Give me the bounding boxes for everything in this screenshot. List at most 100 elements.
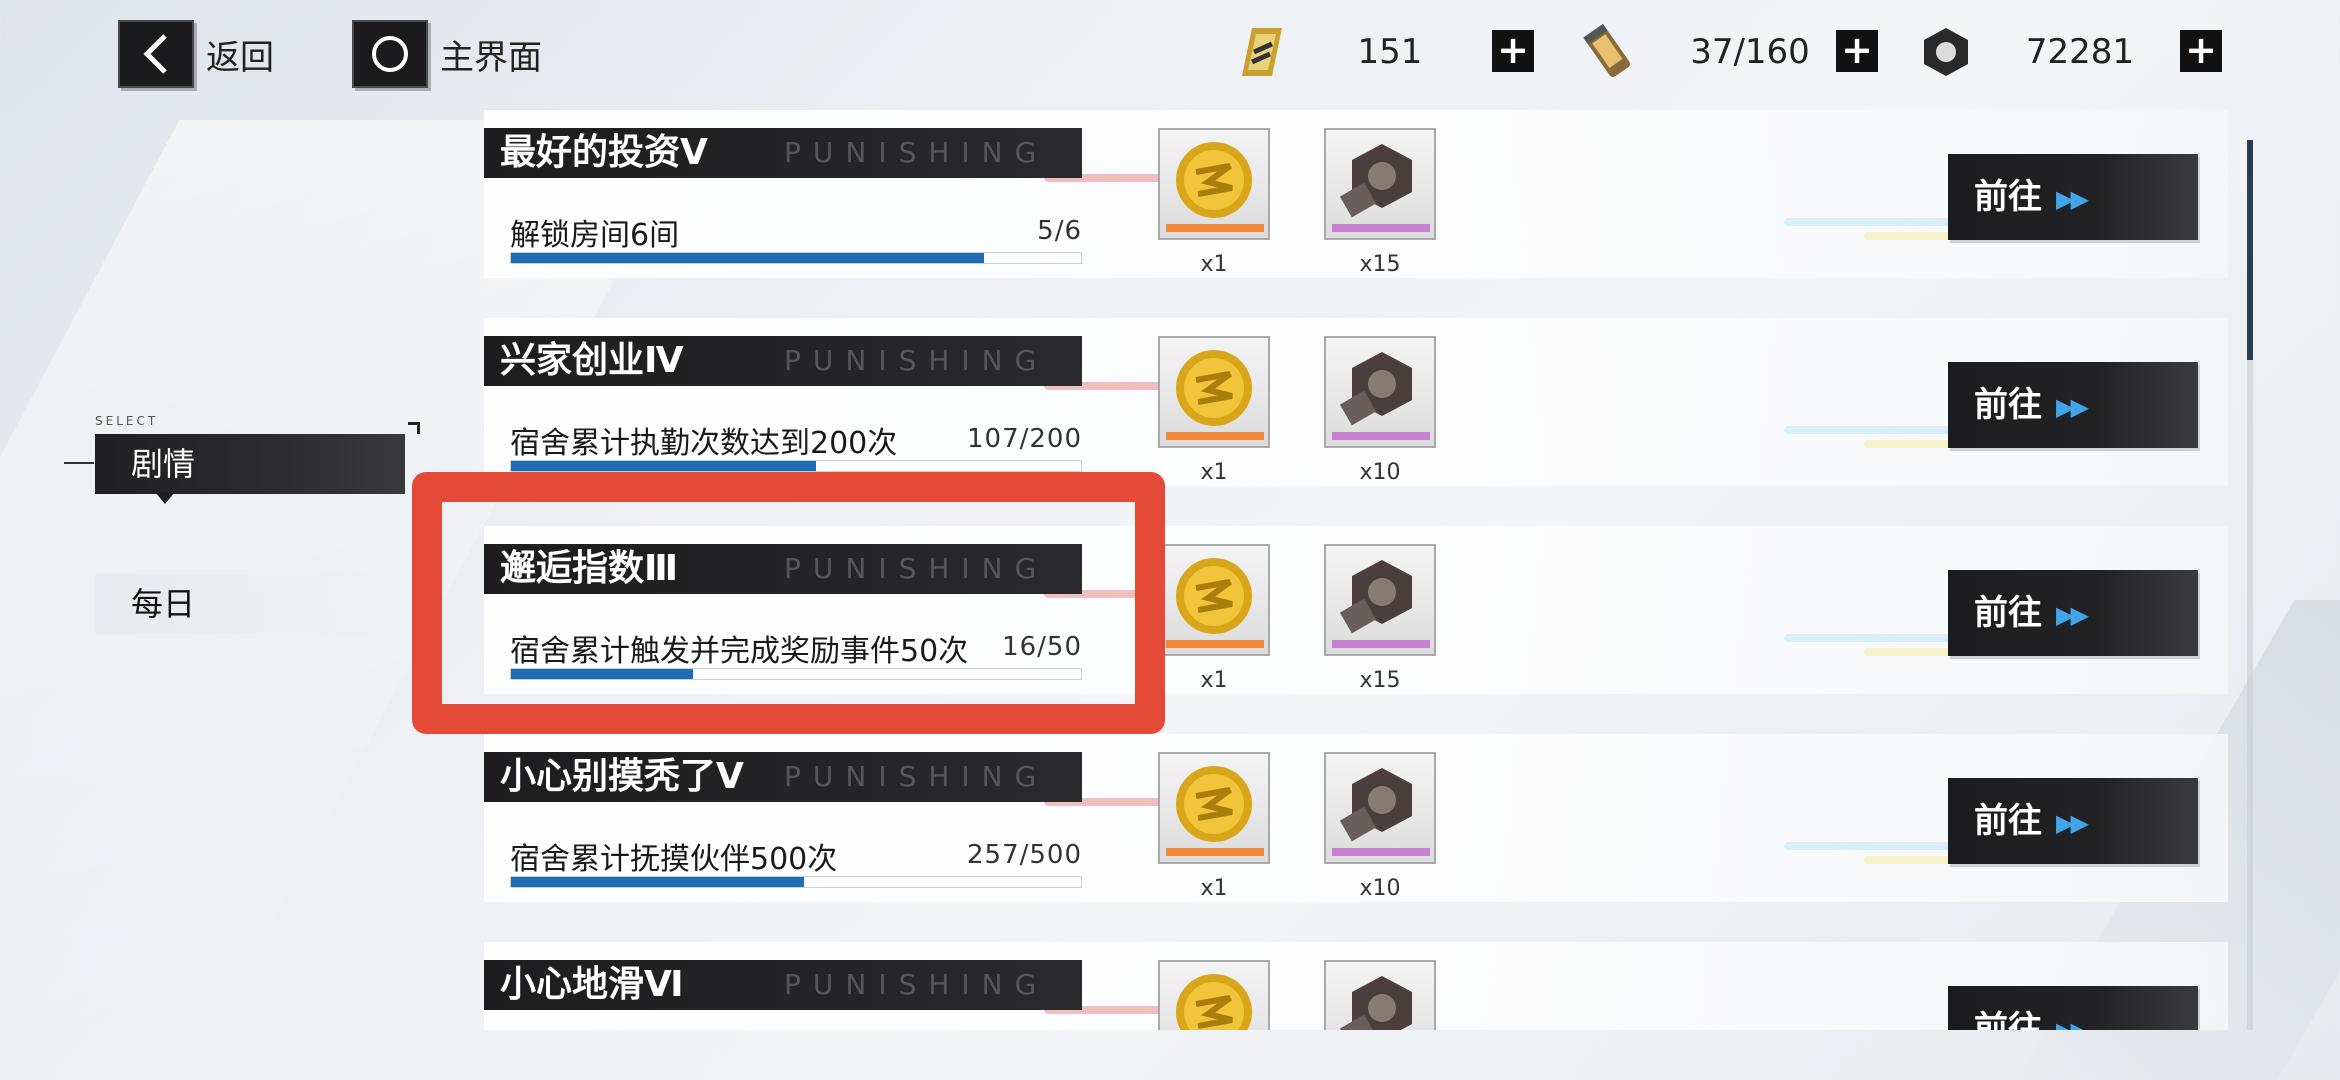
reward-item[interactable]: x1: [1158, 544, 1270, 693]
bolt-nut-icon: [1324, 544, 1436, 656]
rarity-strip: [1166, 640, 1264, 648]
gold-coin-icon: [1158, 544, 1270, 656]
task-title-bar: 最好的投资Ⅴ PUNISHING: [484, 128, 1082, 178]
gold-coin-icon: [1158, 960, 1270, 1030]
task-watermark: PUNISHING: [784, 344, 1049, 377]
double-arrow-icon: ▶▶: [2056, 184, 2089, 213]
reward-item[interactable]: [1158, 960, 1270, 1030]
home-circle-icon: [352, 20, 428, 88]
task-progress-text: 5/6: [1037, 216, 1082, 246]
task-description: 解锁房间6间: [510, 218, 680, 253]
task-progress-text: 107/200: [966, 424, 1082, 454]
task-progress-fill: [511, 877, 804, 887]
go-button[interactable]: 前往 ▶▶: [1948, 362, 2198, 448]
back-button[interactable]: 返回: [118, 20, 274, 88]
task-title: 邂逅指数Ⅲ: [500, 548, 679, 589]
go-button[interactable]: 前往 ▶▶: [1948, 986, 2198, 1030]
task-title-bar: 兴家创业Ⅳ PUNISHING: [484, 336, 1082, 386]
task-progress-fill: [511, 253, 985, 263]
resource-energy: 37/160: [1650, 20, 1850, 84]
go-button[interactable]: 前往 ▶▶: [1948, 570, 2198, 656]
gold-coin-icon: [1158, 752, 1270, 864]
reward-quantity: x10: [1359, 876, 1401, 901]
energy-count: 37/160: [1690, 32, 1810, 72]
task-title-bar: 邂逅指数Ⅲ PUNISHING: [484, 544, 1082, 594]
task-title: 兴家创业Ⅳ: [500, 340, 684, 381]
sidebar-item-label: 剧情: [131, 445, 196, 483]
task-progress-bar: [510, 876, 1082, 888]
go-button[interactable]: 前往 ▶▶: [1948, 778, 2198, 864]
task-progress-bar: [510, 460, 1082, 472]
task-watermark: PUNISHING: [784, 760, 1049, 793]
rarity-strip: [1166, 848, 1264, 856]
reward-quantity: x1: [1200, 460, 1228, 485]
task-list[interactable]: 最好的投资Ⅴ PUNISHING 解锁房间6间 5/6 x1 x15 前往 ▶▶…: [484, 110, 2228, 1030]
double-arrow-icon: ▶▶: [2056, 392, 2089, 421]
rarity-strip: [1332, 848, 1430, 856]
bolt-nut-icon: [1324, 960, 1436, 1030]
reward-item[interactable]: x15: [1324, 128, 1436, 277]
gold-coin-icon: [1158, 336, 1270, 448]
task-progress-bar: [510, 668, 1082, 680]
reward-quantity: x1: [1200, 876, 1228, 901]
task-description: 宿舍累计触发并完成奖励事件50次: [510, 634, 969, 669]
battery-count: 151: [1357, 32, 1423, 72]
reward-item[interactable]: x1: [1158, 336, 1270, 485]
go-label: 前往: [1974, 385, 2042, 425]
sidebar-item-daily[interactable]: 每日: [95, 574, 405, 634]
reward-item[interactable]: x10: [1324, 752, 1436, 901]
reward-item[interactable]: x15: [1324, 544, 1436, 693]
home-label: 主界面: [440, 37, 542, 78]
rarity-strip: [1166, 224, 1264, 232]
go-label: 前往: [1974, 177, 2042, 217]
task-row: 小心别摸秃了Ⅴ PUNISHING 宿舍累计抚摸伙伴500次 257/500 x…: [484, 734, 2228, 902]
sidebar-item-label: 每日: [131, 585, 196, 623]
back-label: 返回: [206, 37, 274, 78]
nut-currency-icon: [1916, 22, 1976, 82]
rarity-strip: [1332, 640, 1430, 648]
rarity-strip: [1332, 224, 1430, 232]
home-button[interactable]: 主界面: [352, 20, 542, 88]
go-label: 前往: [1974, 1009, 2042, 1030]
resource-battery: 151: [1300, 20, 1480, 84]
add-battery-button[interactable]: +: [1492, 30, 1534, 72]
task-progress-bar: [510, 252, 1082, 264]
task-title-bar: 小心地滑Ⅵ PUNISHING: [484, 960, 1082, 1010]
reward-item[interactable]: x1: [1158, 128, 1270, 277]
task-title: 小心别摸秃了Ⅴ: [500, 756, 744, 797]
task-progress-fill: [511, 461, 816, 471]
task-title: 最好的投资Ⅴ: [500, 132, 708, 173]
sidebar-item-story[interactable]: 剧情: [95, 434, 405, 504]
task-progress-text: 257/500: [966, 840, 1082, 870]
add-energy-button[interactable]: +: [1836, 30, 1878, 72]
active-notch: [155, 492, 175, 504]
task-row: 最好的投资Ⅴ PUNISHING 解锁房间6间 5/6 x1 x15 前往 ▶▶: [484, 110, 2228, 278]
bolt-nut-icon: [1324, 128, 1436, 240]
go-label: 前往: [1974, 593, 2042, 633]
task-progress-text: 16/50: [1002, 632, 1082, 662]
bolt-nut-icon: [1324, 752, 1436, 864]
back-arrow-icon: [118, 20, 194, 88]
nut-count: 72281: [2025, 32, 2135, 72]
reward-quantity: x15: [1359, 252, 1401, 277]
task-title-bar: 小心别摸秃了Ⅴ PUNISHING: [484, 752, 1082, 802]
go-button[interactable]: 前往 ▶▶: [1948, 154, 2198, 240]
select-caption: SELECT: [95, 414, 159, 428]
resource-nut: 72281: [1990, 20, 2170, 84]
double-arrow-icon: ▶▶: [2056, 600, 2089, 629]
nav-corner-mark: [408, 422, 420, 434]
double-arrow-icon: ▶▶: [2056, 808, 2089, 837]
nav-tick-mark: [64, 462, 94, 464]
reward-quantity: x10: [1359, 460, 1401, 485]
task-description: 宿舍累计抚摸伙伴500次: [510, 842, 838, 877]
task-watermark: PUNISHING: [784, 968, 1049, 1001]
battery-icon: [1232, 22, 1292, 82]
scrollbar-thumb[interactable]: [2247, 140, 2253, 360]
rarity-strip: [1166, 432, 1264, 440]
add-nut-button[interactable]: +: [2180, 30, 2222, 72]
reward-quantity: x1: [1200, 252, 1228, 277]
reward-item[interactable]: x10: [1324, 336, 1436, 485]
task-title: 小心地滑Ⅵ: [500, 964, 684, 1005]
reward-item[interactable]: [1324, 960, 1436, 1030]
reward-item[interactable]: x1: [1158, 752, 1270, 901]
